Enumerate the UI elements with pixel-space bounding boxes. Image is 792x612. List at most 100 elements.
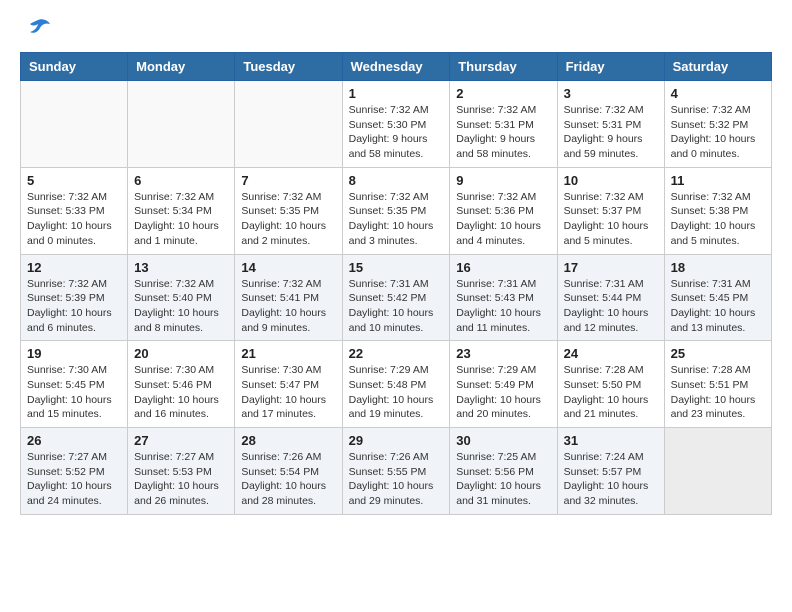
sunset-text: Sunset: 5:41 PM <box>241 291 335 306</box>
day-number: 17 <box>564 260 658 275</box>
calendar-day-cell: 14 Sunrise: 7:32 AMSunset: 5:41 PMDayligh… <box>235 254 342 341</box>
calendar-day-cell <box>235 81 342 168</box>
sunrise-text: Sunrise: 7:25 AM <box>456 450 550 465</box>
sunset-text: Sunset: 5:42 PM <box>349 291 444 306</box>
sunrise-text: Sunrise: 7:24 AM <box>564 450 658 465</box>
column-header-thursday: Thursday <box>450 53 557 81</box>
calendar-day-cell: 3Sunrise: 7:32 AMSunset: 5:31 PMDaylight… <box>557 81 664 168</box>
sunset-text: Sunset: 5:54 PM <box>241 465 335 480</box>
calendar-day-cell: 27Sunrise: 7:27 AMSunset: 5:53 PMDayligh… <box>128 428 235 515</box>
day-number: 26 <box>27 433 121 448</box>
sunset-text: Sunset: 5:32 PM <box>671 118 765 133</box>
sunrise-text: Sunrise: 7:29 AM <box>349 363 444 378</box>
daylight-text: Daylight: 10 hours and 26 minutes. <box>134 479 228 508</box>
sunrise-text: Sunrise: 7:32 AM <box>27 277 121 292</box>
sunrise-text: Sunrise: 7:32 AM <box>241 277 335 292</box>
calendar-day-cell: 10Sunrise: 7:32 AMSunset: 5:37 PMDayligh… <box>557 167 664 254</box>
column-header-monday: Monday <box>128 53 235 81</box>
day-number: 6 <box>134 173 228 188</box>
sunrise-text: Sunrise: 7:32 AM <box>564 103 658 118</box>
day-number: 9 <box>456 173 550 188</box>
calendar-day-cell: 29Sunrise: 7:26 AMSunset: 5:55 PMDayligh… <box>342 428 450 515</box>
sunrise-text: Sunrise: 7:27 AM <box>27 450 121 465</box>
daylight-text: Daylight: 10 hours and 4 minutes. <box>456 219 550 248</box>
day-number: 7 <box>241 173 335 188</box>
calendar-day-cell <box>664 428 771 515</box>
daylight-text: Daylight: 10 hours and 28 minutes. <box>241 479 335 508</box>
calendar-day-cell: 20Sunrise: 7:30 AMSunset: 5:46 PMDayligh… <box>128 341 235 428</box>
day-number: 1 <box>349 86 444 101</box>
daylight-text: Daylight: 10 hours and 3 minutes. <box>349 219 444 248</box>
sunrise-text: Sunrise: 7:32 AM <box>349 190 444 205</box>
sunset-text: Sunset: 5:39 PM <box>27 291 121 306</box>
day-number: 29 <box>349 433 444 448</box>
calendar-week-row: 1Sunrise: 7:32 AMSunset: 5:30 PMDaylight… <box>21 81 772 168</box>
sunrise-text: Sunrise: 7:31 AM <box>564 277 658 292</box>
page-header <box>20 20 772 42</box>
calendar-day-cell: 31Sunrise: 7:24 AMSunset: 5:57 PMDayligh… <box>557 428 664 515</box>
day-number: 28 <box>241 433 335 448</box>
daylight-text: Daylight: 10 hours and 21 minutes. <box>564 393 658 422</box>
daylight-text: Daylight: 10 hours and 6 minutes. <box>27 306 121 335</box>
calendar-day-cell: 9Sunrise: 7:32 AMSunset: 5:36 PMDaylight… <box>450 167 557 254</box>
sunset-text: Sunset: 5:57 PM <box>564 465 658 480</box>
sunset-text: Sunset: 5:33 PM <box>27 204 121 219</box>
calendar-day-cell: 8 Sunrise: 7:32 AMSunset: 5:35 PMDaylight… <box>342 167 450 254</box>
sunrise-text: Sunrise: 7:28 AM <box>671 363 765 378</box>
sunrise-text: Sunrise: 7:30 AM <box>27 363 121 378</box>
day-number: 12 <box>27 260 121 275</box>
sunset-text: Sunset: 5:45 PM <box>671 291 765 306</box>
sunset-text: Sunset: 5:50 PM <box>564 378 658 393</box>
sunset-text: Sunset: 5:51 PM <box>671 378 765 393</box>
calendar-day-cell: 26 Sunrise: 7:27 AMSunset: 5:52 PMDayligh… <box>21 428 128 515</box>
calendar-day-cell: 1Sunrise: 7:32 AMSunset: 5:30 PMDaylight… <box>342 81 450 168</box>
daylight-text: Daylight: 9 hours and 59 minutes. <box>564 132 658 161</box>
day-number: 4 <box>671 86 765 101</box>
day-number: 3 <box>564 86 658 101</box>
sunset-text: Sunset: 5:46 PM <box>134 378 228 393</box>
calendar-day-cell: 6Sunrise: 7:32 AMSunset: 5:34 PMDaylight… <box>128 167 235 254</box>
sunset-text: Sunset: 5:53 PM <box>134 465 228 480</box>
daylight-text: Daylight: 10 hours and 13 minutes. <box>671 306 765 335</box>
daylight-text: Daylight: 10 hours and 17 minutes. <box>241 393 335 422</box>
sunset-text: Sunset: 5:34 PM <box>134 204 228 219</box>
column-header-friday: Friday <box>557 53 664 81</box>
sunrise-text: Sunrise: 7:32 AM <box>134 277 228 292</box>
day-number: 5 <box>27 173 121 188</box>
daylight-text: Daylight: 9 hours and 58 minutes. <box>456 132 550 161</box>
sunrise-text: Sunrise: 7:32 AM <box>671 103 765 118</box>
daylight-text: Daylight: 10 hours and 11 minutes. <box>456 306 550 335</box>
logo-bird-icon <box>24 14 52 42</box>
sunset-text: Sunset: 5:35 PM <box>349 204 444 219</box>
calendar-day-cell: 18Sunrise: 7:31 AMSunset: 5:45 PMDayligh… <box>664 254 771 341</box>
daylight-text: Daylight: 10 hours and 32 minutes. <box>564 479 658 508</box>
sunset-text: Sunset: 5:52 PM <box>27 465 121 480</box>
daylight-text: Daylight: 10 hours and 24 minutes. <box>27 479 121 508</box>
calendar-week-row: 5 Sunrise: 7:32 AM Sunset: 5:33 PM Daylight… <box>21 167 772 254</box>
sunset-text: Sunset: 5:55 PM <box>349 465 444 480</box>
daylight-text: Daylight: 10 hours and 10 minutes. <box>349 306 444 335</box>
calendar-day-cell: 22Sunrise: 7:29 AMSunset: 5:48 PMDayligh… <box>342 341 450 428</box>
column-header-sunday: Sunday <box>21 53 128 81</box>
daylight-text: Daylight: 10 hours and 16 minutes. <box>134 393 228 422</box>
sunset-text: Sunset: 5:30 PM <box>349 118 444 133</box>
sunset-text: Sunset: 5:49 PM <box>456 378 550 393</box>
calendar-day-cell: 19Sunrise: 7:30 AMSunset: 5:45 PMDayligh… <box>21 341 128 428</box>
sunrise-text: Sunrise: 7:32 AM <box>349 103 444 118</box>
sunset-text: Sunset: 5:44 PM <box>564 291 658 306</box>
day-number: 14 <box>241 260 335 275</box>
calendar-table: SundayMondayTuesdayWednesdayThursdayFrid… <box>20 52 772 515</box>
sunset-text: Sunset: 5:38 PM <box>671 204 765 219</box>
sunrise-text: Sunrise: 7:32 AM <box>456 103 550 118</box>
calendar-day-cell <box>21 81 128 168</box>
day-number: 24 <box>564 346 658 361</box>
daylight-text: Daylight: 10 hours and 20 minutes. <box>456 393 550 422</box>
day-number: 8 <box>349 173 444 188</box>
column-header-wednesday: Wednesday <box>342 53 450 81</box>
day-number: 25 <box>671 346 765 361</box>
sunrise-text: Sunrise: 7:28 AM <box>564 363 658 378</box>
daylight-text: Daylight: 10 hours and 15 minutes. <box>27 393 121 422</box>
sunset-text: Sunset: 5:56 PM <box>456 465 550 480</box>
calendar-day-cell: 13Sunrise: 7:32 AMSunset: 5:40 PMDayligh… <box>128 254 235 341</box>
daylight-text: Daylight: 10 hours and 9 minutes. <box>241 306 335 335</box>
